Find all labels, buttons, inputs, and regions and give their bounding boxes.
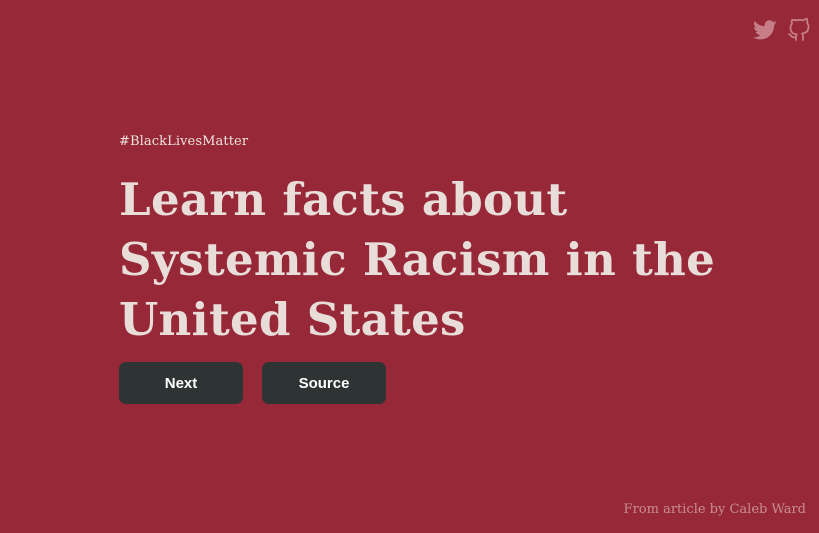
twitter-icon xyxy=(753,20,777,40)
social-links xyxy=(753,18,811,42)
source-button[interactable]: Source xyxy=(262,362,386,404)
next-button[interactable]: Next xyxy=(119,362,243,404)
action-buttons: Next Source xyxy=(119,362,386,404)
github-link[interactable] xyxy=(787,18,811,42)
hashtag-label: #BlackLivesMatter xyxy=(119,134,249,149)
page-title: Learn facts about Systemic Racism in the… xyxy=(119,173,716,346)
attribution-text: From article by Caleb Ward xyxy=(623,502,806,517)
twitter-link[interactable] xyxy=(753,18,777,42)
github-icon xyxy=(788,18,810,41)
